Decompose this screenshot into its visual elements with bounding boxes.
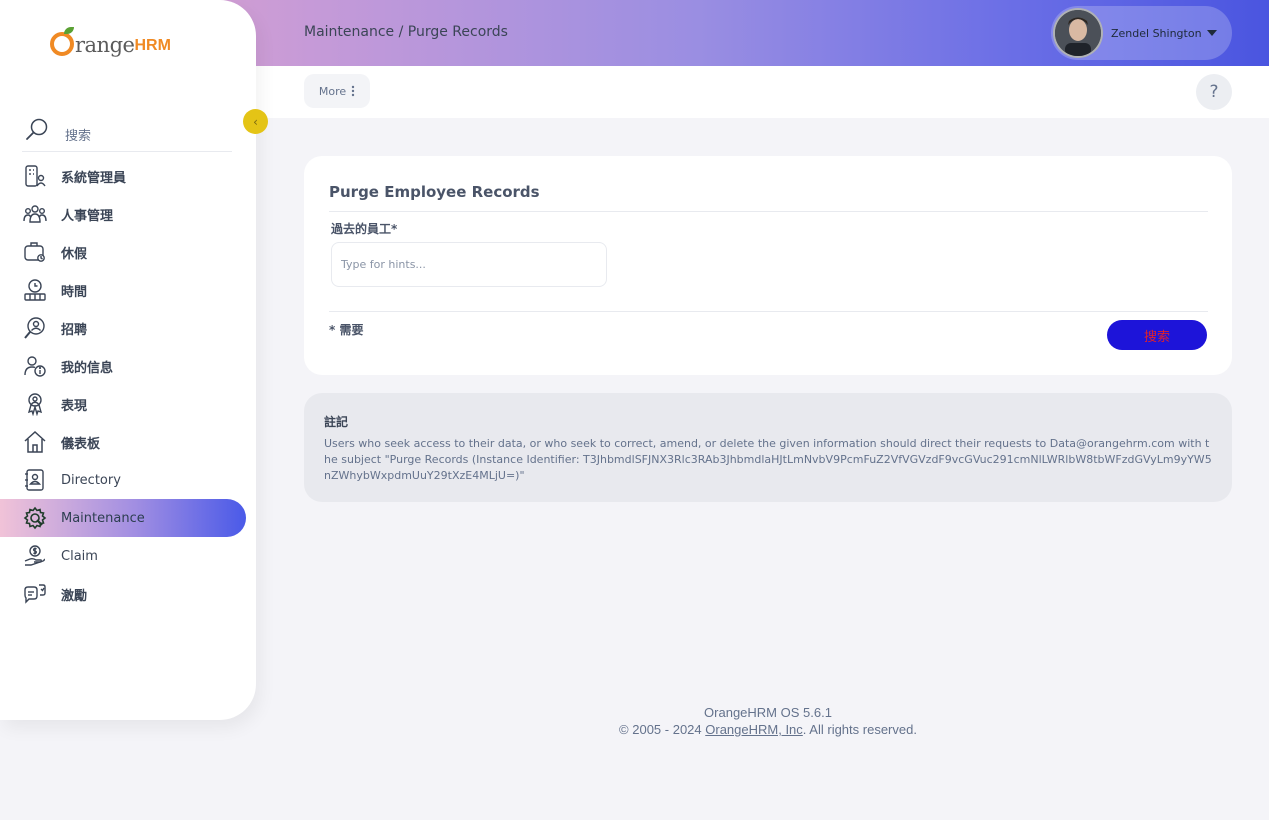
dashboard-icon <box>22 429 48 455</box>
directory-icon <box>22 467 48 493</box>
footer-version: OrangeHRM OS 5.6.1 <box>704 705 832 720</box>
note-body: Users who seek access to their data, or … <box>324 437 1212 482</box>
sidebar-item-label: 激勵 <box>61 588 88 604</box>
page-title: Purge Employee Records <box>329 183 540 201</box>
sidebar: range HRM 搜索 系統管理員 人事管理 休假 時間 招聘 我的信息 表現… <box>0 0 256 720</box>
kebab-icon <box>351 85 355 97</box>
my-info-icon <box>22 353 48 379</box>
orangehrm-logo: range HRM <box>50 27 171 57</box>
logo-orange-icon <box>50 27 74 56</box>
help-button[interactable]: ? <box>1196 74 1232 110</box>
user-name: Zendel Shington <box>1111 26 1202 40</box>
search-icon <box>26 118 48 140</box>
sidebar-item-label: 招聘 <box>61 322 88 338</box>
admin-icon <box>22 163 48 189</box>
sidebar-item-label: Maintenance <box>61 510 145 526</box>
chevron-left-icon: ‹ <box>253 114 258 129</box>
copyright-prefix: © 2005 - 2024 <box>619 722 706 737</box>
sidebar-item-admin[interactable]: 系統管理員 <box>16 157 246 195</box>
more-label: More <box>318 84 347 98</box>
sidebar-item-label: 休假 <box>61 246 88 262</box>
top-subbar: More ? <box>256 66 1269 118</box>
claim-icon <box>22 543 48 569</box>
avatar <box>1053 8 1103 58</box>
footer: OrangeHRM OS 5.6.1 © 2005 - 2024 OrangeH… <box>304 704 1232 738</box>
time-icon <box>22 277 48 303</box>
sidebar-item-performance[interactable]: 表現 <box>16 385 246 423</box>
sidebar-search[interactable]: 搜索 <box>22 108 232 152</box>
sidebar-item-claim[interactable]: Claim <box>16 537 246 575</box>
divider <box>329 311 1208 312</box>
sidebar-search-label: 搜索 <box>65 129 92 144</box>
footer-copyright: © 2005 - 2024 OrangeHRM, Inc. All rights… <box>304 721 1232 738</box>
logo-text: range <box>75 33 135 57</box>
breadcrumb: Maintenance / Purge Records <box>304 24 508 40</box>
copyright-suffix: . All rights reserved. <box>802 722 917 737</box>
sidebar-item-label: Directory <box>61 472 121 488</box>
logo-hrm-text: HRM <box>134 37 171 54</box>
note-panel: 註記 Users who seek access to their data, … <box>304 393 1232 502</box>
sidebar-item-maintenance[interactable]: Maintenance <box>0 499 246 537</box>
sidebar-item-dashboard[interactable]: 儀表板 <box>16 423 246 461</box>
sidebar-item-recruitment[interactable]: 招聘 <box>16 309 246 347</box>
pim-icon <box>22 201 48 227</box>
required-note: * 需要 <box>329 323 364 337</box>
sidebar-item-label: 時間 <box>61 284 88 300</box>
search-button[interactable]: 搜索 <box>1107 320 1207 350</box>
sidebar-item-label: 表現 <box>61 398 88 414</box>
buzz-icon <box>22 581 48 607</box>
purge-employee-card: Purge Employee Records 過去的員工* * 需要 搜索 <box>304 156 1232 375</box>
sidebar-item-label: Claim <box>61 548 98 564</box>
sidebar-item-label: 我的信息 <box>61 360 114 376</box>
sidebar-item-label: 人事管理 <box>61 208 114 224</box>
leave-icon <box>22 239 48 265</box>
recruitment-icon <box>22 315 48 341</box>
note-title: 註記 <box>324 415 349 429</box>
divider <box>329 211 1208 212</box>
sidebar-item-label: 儀表板 <box>61 436 101 452</box>
caret-down-icon <box>1206 30 1217 36</box>
sidebar-item-pim[interactable]: 人事管理 <box>16 195 246 233</box>
sidebar-collapse-button[interactable]: ‹ <box>243 109 268 134</box>
more-button[interactable]: More <box>304 74 370 108</box>
sidebar-item-leave[interactable]: 休假 <box>16 233 246 271</box>
sidebar-item-directory[interactable]: Directory <box>16 461 246 499</box>
past-employee-label: 過去的員工* <box>331 222 398 236</box>
sidebar-item-time[interactable]: 時間 <box>16 271 246 309</box>
past-employee-input[interactable] <box>331 242 607 287</box>
sidebar-item-buzz[interactable]: 激勵 <box>16 575 246 613</box>
sidebar-item-my-info[interactable]: 我的信息 <box>16 347 246 385</box>
company-link[interactable]: OrangeHRM, Inc <box>705 722 803 737</box>
performance-icon <box>22 391 48 417</box>
maintenance-icon <box>22 505 48 531</box>
user-dropdown[interactable]: Zendel Shington <box>1051 6 1232 60</box>
sidebar-item-label: 系統管理員 <box>61 170 127 186</box>
